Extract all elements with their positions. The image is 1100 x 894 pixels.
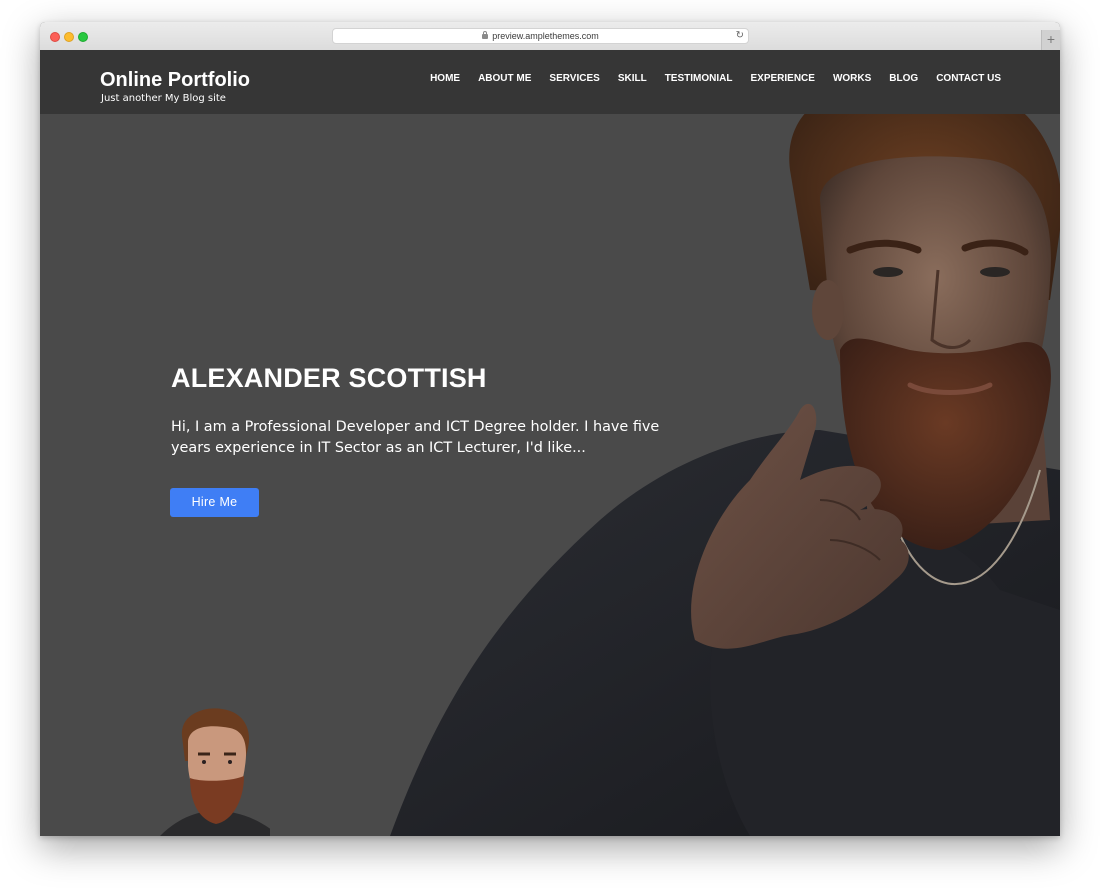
hero-name: ALEXANDER SCOTTISH — [171, 363, 487, 393]
lock-icon — [482, 31, 489, 39]
hero-section: ALEXANDER SCOTTISH Hi, I am a Profession… — [170, 363, 671, 517]
browser-window: preview.amplethemes.com ↻ + Online Portf… — [40, 22, 1060, 836]
minimize-window-button[interactable] — [64, 32, 74, 42]
site-header: Online Portfolio Just another My Blog si… — [40, 50, 1060, 114]
browser-toolbar: preview.amplethemes.com ↻ + — [40, 22, 1060, 51]
nav-item-home[interactable]: HOME — [430, 73, 460, 84]
zoom-window-button[interactable] — [78, 32, 88, 42]
nav-item-blog[interactable]: BLOG — [889, 73, 918, 84]
site-title[interactable]: Online Portfolio — [100, 69, 250, 92]
address-bar[interactable]: preview.amplethemes.com ↻ — [332, 28, 749, 44]
nav-item-services[interactable]: SERVICES — [549, 73, 599, 84]
nav-item-experience[interactable]: EXPERIENCE — [750, 73, 814, 84]
reload-icon[interactable]: ↻ — [736, 29, 744, 43]
profile-thumbnail-image — [160, 708, 270, 836]
main-nav: HOME ABOUT ME SERVICES SKILL TESTIMONIAL… — [430, 73, 1001, 84]
url-text: preview.amplethemes.com — [492, 31, 599, 41]
nav-item-works[interactable]: WORKS — [833, 73, 871, 84]
new-tab-button[interactable]: + — [1041, 30, 1060, 50]
nav-item-about-me[interactable]: ABOUT ME — [478, 73, 531, 84]
hire-me-button[interactable]: Hire Me — [170, 488, 259, 517]
nav-item-testimonial[interactable]: TESTIMONIAL — [665, 73, 733, 84]
page-content: Online Portfolio Just another My Blog si… — [40, 50, 1060, 836]
hero-description: Hi, I am a Professional Developer and IC… — [171, 419, 660, 456]
nav-item-skill[interactable]: SKILL — [618, 73, 647, 84]
nav-item-contact-us[interactable]: CONTACT US — [936, 73, 1001, 84]
close-window-button[interactable] — [50, 32, 60, 42]
site-tagline: Just another My Blog site — [101, 93, 226, 104]
